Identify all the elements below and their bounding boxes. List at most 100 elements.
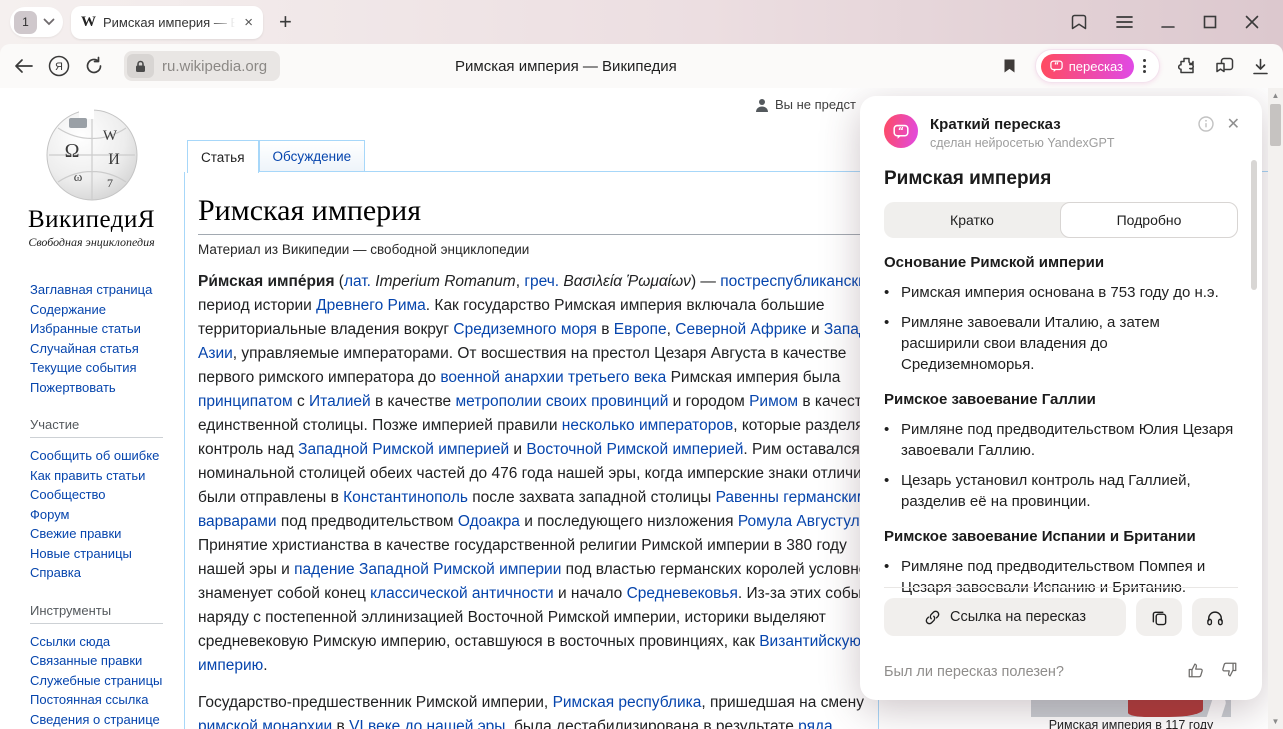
browser-tab[interactable]: W Римская империя — В × bbox=[71, 6, 263, 39]
article-link[interactable]: метрополии своих провинций bbox=[455, 393, 668, 410]
sidebar-link[interactable]: Постоянная ссылка bbox=[30, 692, 149, 707]
sidebar-link[interactable]: Содержание bbox=[30, 302, 106, 317]
scroll-down-icon[interactable]: ▼ bbox=[1268, 717, 1283, 726]
address-bar[interactable]: ru.wikipedia.org bbox=[124, 51, 280, 81]
minimize-icon[interactable] bbox=[1161, 15, 1175, 29]
article-link[interactable]: постреспубликанский bbox=[720, 273, 875, 290]
sidebar-link[interactable]: Служебные страницы bbox=[30, 673, 162, 688]
sidebar-link[interactable]: Ссылки сюда bbox=[30, 634, 110, 649]
article-link[interactable]: Средневековья bbox=[627, 585, 738, 602]
sidebar-panel-icon[interactable] bbox=[1070, 13, 1088, 31]
scroll-up-icon[interactable]: ▲ bbox=[1268, 91, 1283, 100]
empire-map-image[interactable] bbox=[1031, 700, 1231, 717]
article-link[interactable]: лат. bbox=[344, 273, 371, 290]
svg-text:ω: ω bbox=[73, 169, 82, 184]
article-text: и bbox=[509, 441, 526, 458]
article-link[interactable]: греч. bbox=[524, 273, 559, 290]
article-link[interactable]: Западной Римской империей bbox=[298, 441, 509, 458]
page-scrollbar[interactable]: ▲ ▼ bbox=[1268, 88, 1283, 729]
article-link[interactable]: несколько императоров bbox=[562, 417, 733, 434]
panel-close-icon[interactable]: ✕ bbox=[1225, 112, 1242, 136]
toolbar: Я ru.wikipedia.org Римская империя — Вик… bbox=[0, 44, 1283, 88]
tab-count-badge: 1 bbox=[14, 11, 37, 34]
pereskaz-menu-icon[interactable] bbox=[1134, 59, 1155, 73]
sidebar-link[interactable]: Как править статьи bbox=[30, 468, 145, 483]
tab-close-icon[interactable]: × bbox=[242, 15, 255, 30]
lock-icon[interactable] bbox=[127, 54, 154, 78]
article-link[interactable]: Древнего Рима bbox=[316, 297, 426, 314]
summary-link-button[interactable]: Ссылка на пересказ bbox=[884, 598, 1126, 636]
pereskaz-logo-icon: “ bbox=[884, 114, 918, 148]
sidebar-link[interactable]: Свежие правки bbox=[30, 526, 121, 541]
panel-scrollbar-thumb[interactable] bbox=[1251, 160, 1257, 290]
sidebar-link[interactable]: Новые страницы bbox=[30, 546, 132, 561]
tab-counter[interactable]: 1 bbox=[10, 7, 63, 37]
article-link[interactable]: Равенны bbox=[716, 489, 779, 506]
summary-panel: “ Краткий пересказ сделан нейросетью Yan… bbox=[860, 96, 1262, 700]
bookmark-icon[interactable] bbox=[1002, 58, 1017, 74]
summary-header: “ Краткий пересказ сделан нейросетью Yan… bbox=[884, 114, 1238, 150]
mode-brief[interactable]: Кратко bbox=[884, 202, 1060, 238]
sidebar-link[interactable]: Текущие события bbox=[30, 360, 137, 375]
tab-discussion[interactable]: Обсуждение bbox=[259, 140, 366, 172]
article-link[interactable]: Римская республика bbox=[553, 694, 702, 711]
bullet-icon: • bbox=[884, 556, 901, 598]
sidebar-link[interactable]: Справка bbox=[30, 565, 81, 580]
article-text: в bbox=[597, 321, 614, 338]
tab-strip: 1 W Римская империя — В × + bbox=[0, 0, 1283, 44]
sidebar-link[interactable]: Пожертвовать bbox=[30, 380, 116, 395]
info-icon[interactable] bbox=[1198, 116, 1214, 137]
window-close-icon[interactable] bbox=[1245, 15, 1259, 29]
article-link[interactable]: Европе bbox=[614, 321, 667, 338]
article-link[interactable]: Средиземного моря bbox=[453, 321, 597, 338]
article-link[interactable]: принципатом bbox=[198, 393, 293, 410]
article-link[interactable]: Восточной Римской империей bbox=[526, 441, 743, 458]
article-link[interactable]: VI веке до нашей эры bbox=[349, 718, 505, 729]
article-text: ) — bbox=[691, 273, 720, 290]
page-scrollbar-thumb[interactable] bbox=[1270, 104, 1281, 146]
wiki-wordmark[interactable]: ВикипедиЯ bbox=[0, 206, 183, 234]
sidebar-link[interactable]: Сообщить об ошибке bbox=[30, 448, 159, 463]
pereskaz-button[interactable]: “ пересказ bbox=[1041, 54, 1134, 79]
article-link[interactable]: падение Западной Римской империи bbox=[294, 561, 561, 578]
article-link[interactable]: классической античности bbox=[370, 585, 553, 602]
tab-groups-icon[interactable] bbox=[1215, 57, 1234, 75]
thumbs-up-icon[interactable] bbox=[1187, 661, 1205, 683]
sidebar-link[interactable]: Заглавная страница bbox=[30, 282, 152, 297]
wikipedia-globe-logo[interactable]: W Ω И ω 7 bbox=[42, 102, 142, 202]
yandex-logo-icon[interactable]: Я bbox=[48, 55, 70, 77]
article-link[interactable]: Северной Африке bbox=[675, 321, 806, 338]
article-link[interactable]: Константинополь bbox=[343, 489, 468, 506]
new-tab-button[interactable]: + bbox=[271, 9, 300, 35]
sidebar-link[interactable]: Избранные статьи bbox=[30, 321, 141, 336]
thumbs-down-icon[interactable] bbox=[1220, 661, 1238, 683]
article-link[interactable]: военной анархии третьего века bbox=[440, 369, 666, 386]
summary-section-heading: Римское завоевание Испании и Британии bbox=[884, 527, 1238, 547]
article-link[interactable]: римской монархии bbox=[198, 718, 332, 729]
article-link[interactable]: Ромула Августула bbox=[738, 513, 868, 530]
listen-button[interactable] bbox=[1192, 598, 1238, 636]
sidebar-link[interactable]: Случайная статья bbox=[30, 341, 139, 356]
panel-actions: Ссылка на пересказ bbox=[884, 598, 1238, 636]
sidebar-link[interactable]: Связанные правки bbox=[30, 653, 142, 668]
maximize-icon[interactable] bbox=[1203, 15, 1217, 29]
summary-bullet: •Римляне завоевали Италию, а затем расши… bbox=[884, 312, 1238, 375]
back-icon[interactable] bbox=[14, 58, 34, 74]
article-link[interactable]: Одоакра bbox=[458, 513, 520, 530]
user-status[interactable]: Вы не предст bbox=[755, 97, 856, 112]
menu-icon[interactable] bbox=[1116, 15, 1133, 29]
infobox-sliver: Римская империя в 117 году bbox=[878, 700, 1232, 729]
article-text: ( bbox=[335, 273, 344, 290]
bullet-icon: • bbox=[884, 419, 901, 461]
sidebar-link[interactable]: Сообщество bbox=[30, 487, 106, 502]
downloads-icon[interactable] bbox=[1252, 58, 1269, 75]
reload-icon[interactable] bbox=[84, 56, 104, 76]
article-link[interactable]: Римом bbox=[749, 393, 798, 410]
extensions-puzzle-icon[interactable] bbox=[1178, 57, 1197, 76]
article-link[interactable]: Италией bbox=[309, 393, 371, 410]
sidebar-link[interactable]: Форум bbox=[30, 507, 70, 522]
tab-article[interactable]: Статья bbox=[187, 140, 259, 173]
sidebar-link[interactable]: Сведения о странице bbox=[30, 712, 160, 727]
copy-button[interactable] bbox=[1136, 598, 1182, 636]
mode-detailed[interactable]: Подробно bbox=[1060, 202, 1238, 238]
